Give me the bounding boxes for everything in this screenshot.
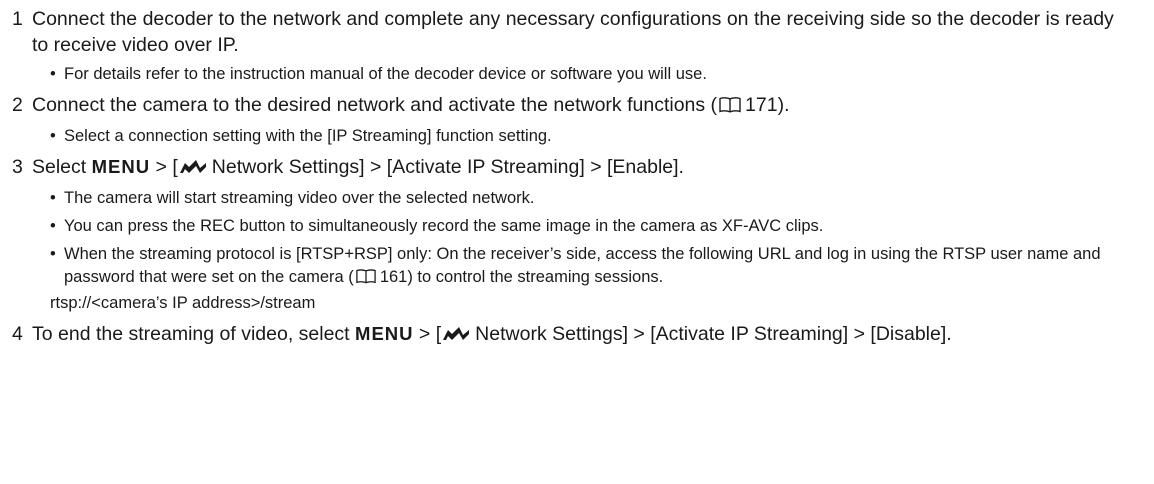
step-4: 4 To end the streaming of video, select … (12, 321, 1124, 349)
step-text: Connect the camera to the desired networ… (32, 94, 718, 116)
step-text-end: ). (777, 94, 790, 116)
step-text: To end the streaming of video, select (32, 323, 350, 345)
url-text: rtsp://<camera’s IP address>/stream (50, 294, 316, 312)
list-item: For details refer to the instruction man… (50, 63, 1124, 86)
step-number: 3 (12, 156, 23, 178)
step-number: 4 (12, 323, 23, 345)
step-1: 1 Connect the decoder to the network and… (12, 6, 1124, 86)
step-number: 2 (12, 94, 23, 116)
bullet-text-end: ) to control the streaming sessions. (407, 268, 664, 286)
book-icon (719, 94, 741, 120)
list-item: You can press the REC button to simultan… (50, 215, 1124, 238)
step-text-mid: > [ (413, 323, 442, 345)
list-item: When the streaming protocol is [RTSP+RSP… (50, 243, 1124, 291)
network-icon (442, 323, 470, 349)
page-ref[interactable]: 171 (745, 94, 778, 116)
step-text-end: Network Settings] > [Activate IP Streami… (475, 323, 952, 345)
step-2: 2 Connect the camera to the desired netw… (12, 92, 1124, 148)
step-3: 3 Select MENU > [ Network Settings] > [Ac… (12, 154, 1124, 315)
step-text: Connect the decoder to the network and c… (32, 8, 1114, 56)
menu-button-label: MENU (355, 323, 414, 344)
manual-page: 1 Connect the decoder to the network and… (0, 0, 1154, 349)
menu-button-label: MENU (91, 156, 151, 177)
step-text-end: Network Settings] > [Activate IP Streami… (211, 156, 684, 178)
bullet-list: The camera will start streaming video ov… (32, 187, 1124, 291)
step-number: 1 (12, 8, 23, 30)
bullet-list: For details refer to the instruction man… (32, 63, 1124, 86)
bullet-list: Select a connection setting with the [IP… (32, 125, 1124, 148)
step-text: Select (32, 156, 87, 178)
step-text-mid: > [ (150, 156, 178, 178)
book-icon (356, 268, 376, 291)
page-ref[interactable]: 161 (380, 268, 408, 286)
network-icon (179, 156, 207, 182)
list-item: Select a connection setting with the [IP… (50, 125, 1124, 148)
list-item: The camera will start streaming video ov… (50, 187, 1124, 210)
